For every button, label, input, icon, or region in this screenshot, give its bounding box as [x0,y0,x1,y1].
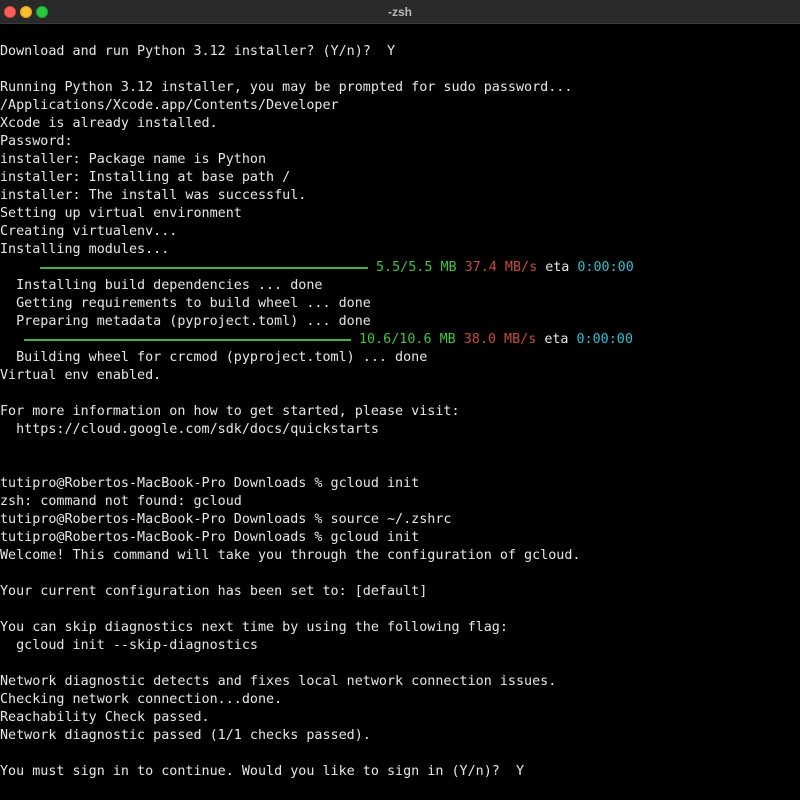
progress-line-2: 10.6/10.6 MB 38.0 MB/s eta 0:00:00 [0,331,800,349]
terminal-line: You must sign in to continue. Would you … [0,764,525,779]
title-bar: -zsh [0,0,800,24]
terminal-line: Building wheel for crcmod (pyproject.tom… [0,350,428,365]
terminal-line: Network diagnostic passed (1/1 checks pa… [0,728,371,743]
progress-eta-1: 0:00:00 [577,260,634,275]
terminal-line: tutipro@Robertos-MacBook-Pro Downloads %… [0,476,420,491]
terminal-line: Setting up virtual environment [0,206,242,221]
terminal-line: installer: Installing at base path / [0,170,291,185]
terminal-line: Checking network connection...done. [0,692,283,707]
terminal-line: Xcode is already installed. [0,116,218,131]
window-title: -zsh [388,5,412,19]
terminal-line: zsh: command not found: gcloud [0,494,242,509]
progress-size-2: 10.6/10.6 MB [359,332,456,347]
progress-eta-label-2: eta [544,332,569,347]
terminal-line: Virtual env enabled. [0,368,162,383]
terminal-line: Running Python 3.12 installer, you may b… [0,80,573,95]
terminal-line: tutipro@Robertos-MacBook-Pro Downloads %… [0,530,420,545]
terminal-line: Your current configuration has been set … [0,584,428,599]
progress-rate-1: 37.4 MB/s [464,260,538,275]
progress-rate-2: 38.0 MB/s [463,332,537,347]
terminal-line: Creating virtualenv... [0,224,178,239]
terminal-line: Installing build dependencies ... done [0,278,323,293]
progress-size-1: 5.5/5.5 MB [376,260,457,275]
terminal-line: Getting requirements to build wheel ... … [0,296,371,311]
terminal-window: -zsh Download and run Python 3.12 instal… [0,0,800,800]
progress-line-1: 5.5/5.5 MB 37.4 MB/s eta 0:00:00 [0,259,800,277]
terminal-line: Welcome! This command will take you thro… [0,548,581,563]
terminal-line: For more information on how to get start… [0,404,460,419]
terminal-line: You can skip diagnostics next time by us… [0,620,508,635]
progress-eta-label-1: eta [545,260,570,275]
terminal-line: Password: [0,134,73,149]
terminal-line: https://cloud.google.com/sdk/docs/quicks… [0,422,379,437]
terminal-line: Installing modules... [0,242,170,257]
terminal-line: Download and run Python 3.12 installer? … [0,44,396,59]
progress-bar-2 [24,339,351,341]
terminal-line: installer: Package name is Python [0,152,267,167]
terminal-output[interactable]: Download and run Python 3.12 installer? … [0,43,800,800]
progress-eta-2: 0:00:00 [576,332,633,347]
progress-bar-1 [40,267,368,269]
terminal-line: tutipro@Robertos-MacBook-Pro Downloads %… [0,512,452,527]
terminal-line: Reachability Check passed. [0,710,210,725]
terminal-line: Preparing metadata (pyproject.toml) ... … [0,314,371,329]
terminal-line: installer: The install was successful. [0,188,307,203]
terminal-line: Network diagnostic detects and fixes loc… [0,674,557,689]
terminal-line: gcloud init --skip-diagnostics [0,638,258,653]
terminal-line: /Applications/Xcode.app/Contents/Develop… [0,98,339,113]
